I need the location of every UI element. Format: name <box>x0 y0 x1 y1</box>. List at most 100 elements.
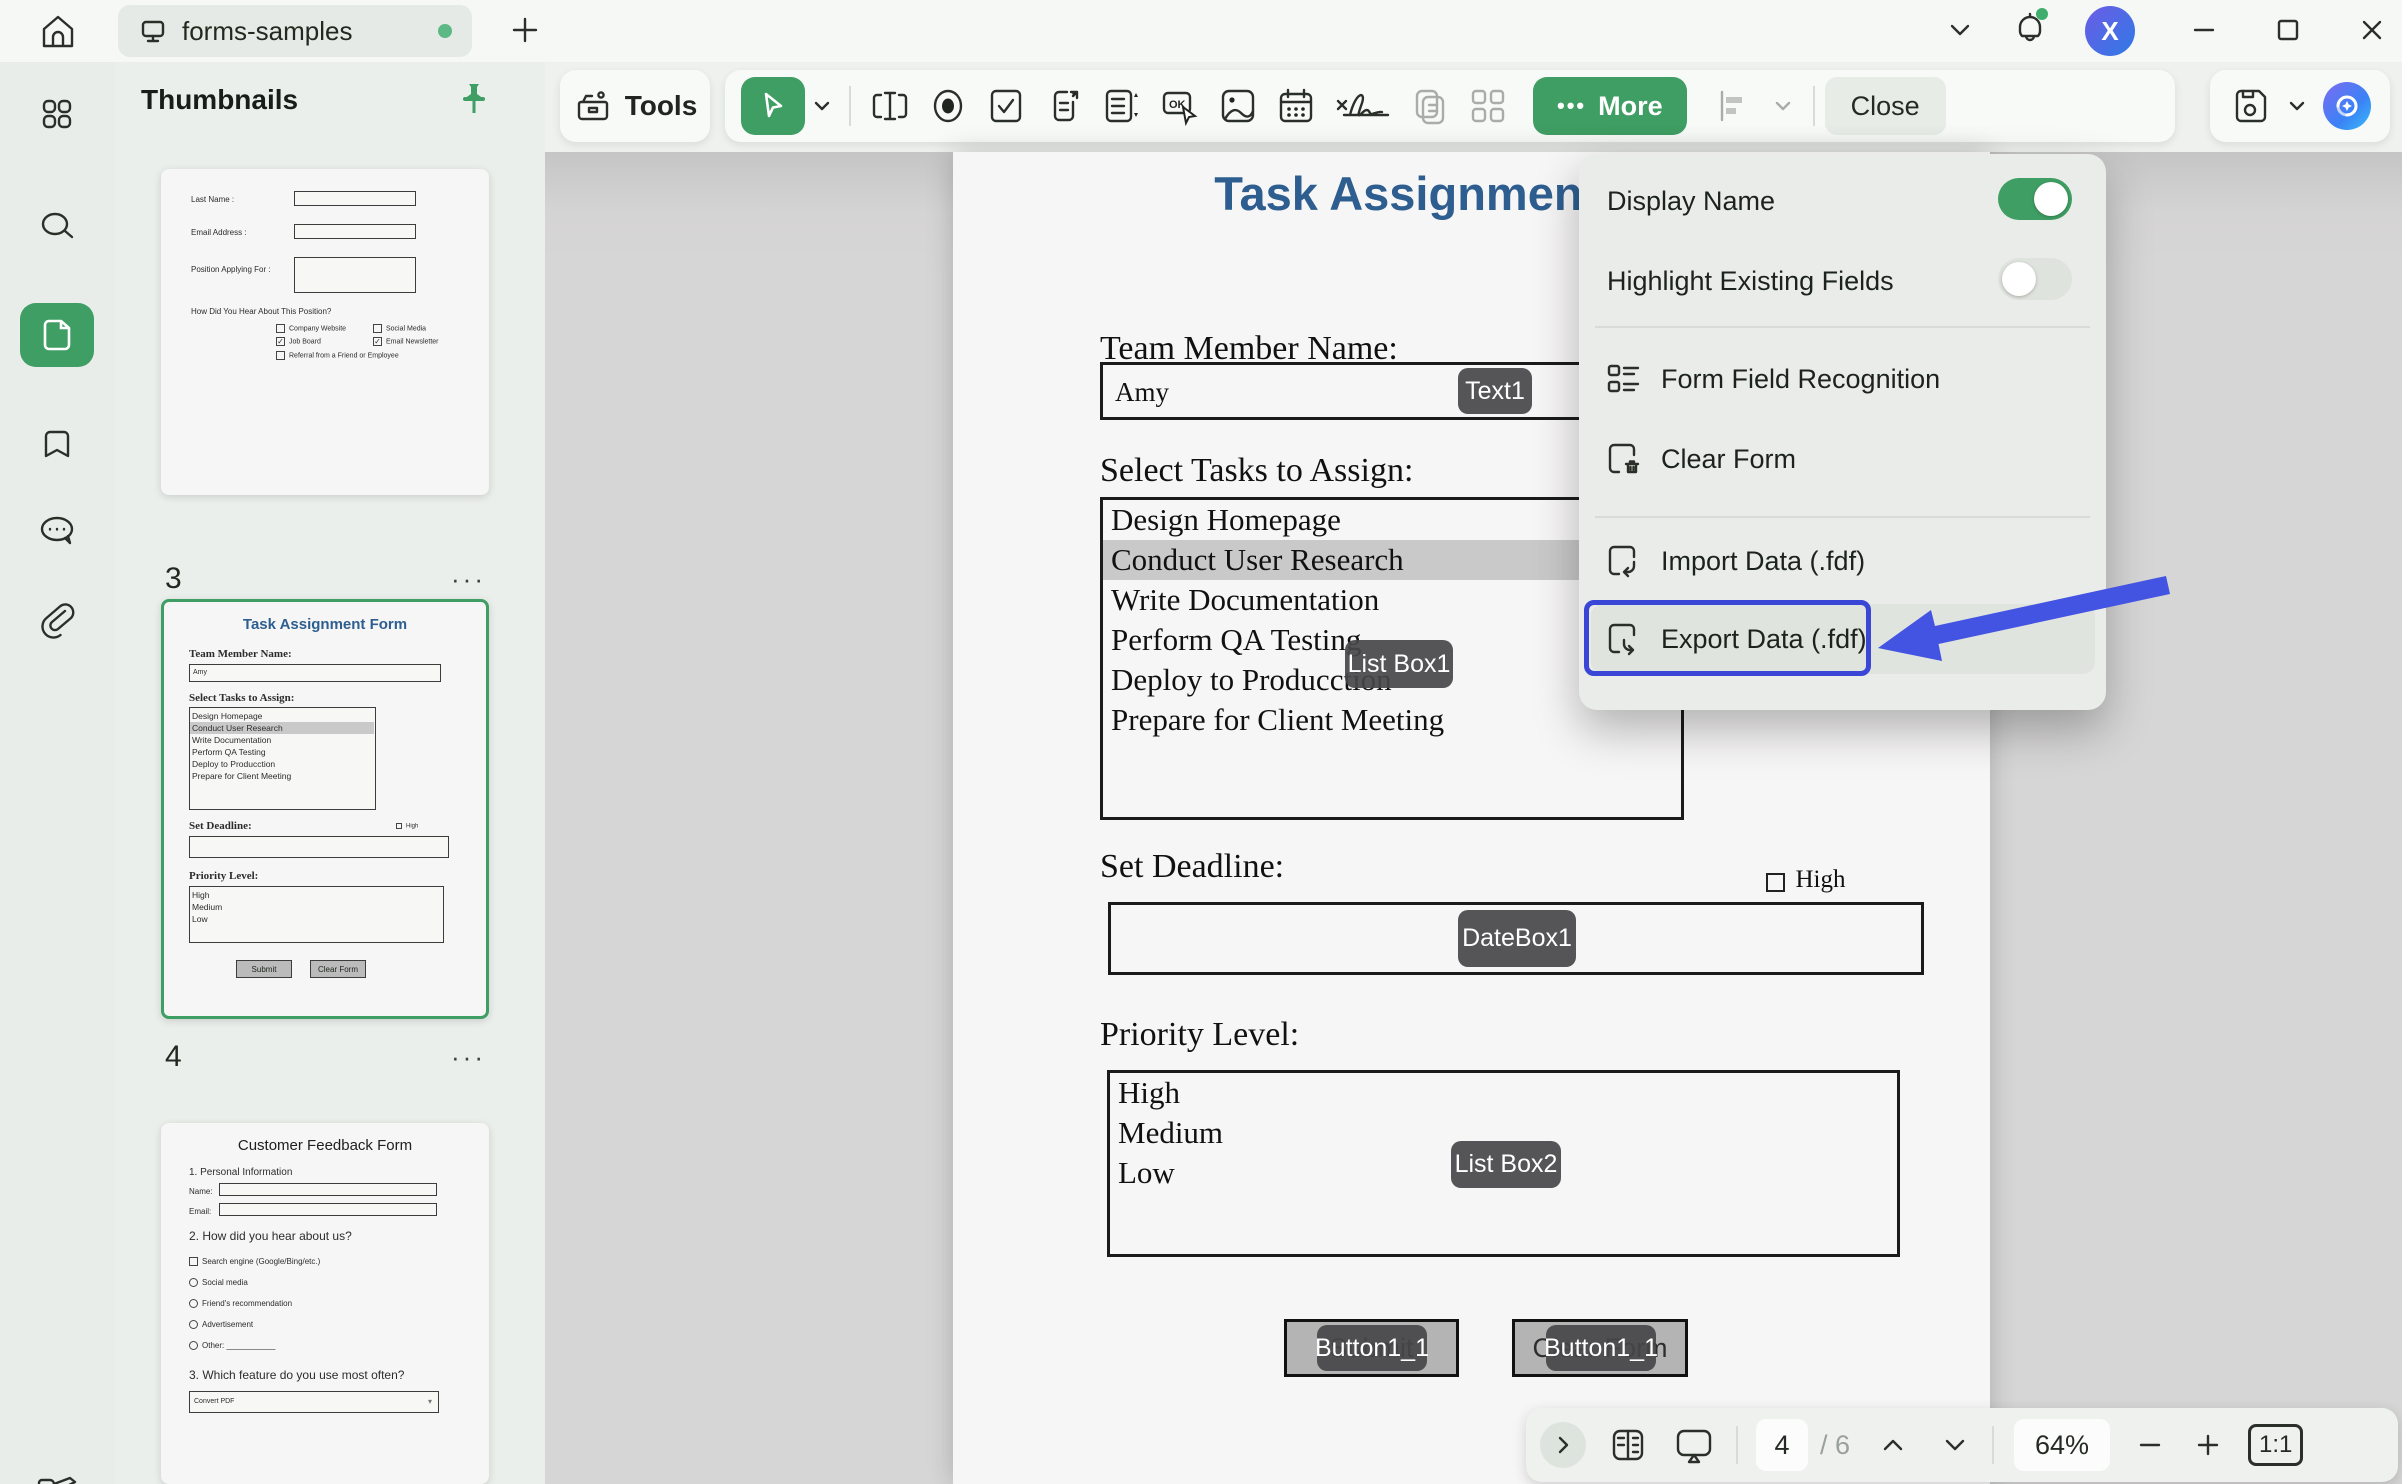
sidebar-attachments-icon[interactable] <box>20 589 94 653</box>
import-data-icon <box>1603 540 1645 582</box>
mini-label: 2. How did you hear about us? <box>189 1229 352 1243</box>
close-window-button[interactable] <box>2350 8 2394 52</box>
select-tool-chevron-icon[interactable] <box>805 94 839 118</box>
mini-label: Name: <box>189 1187 213 1196</box>
clear-form-item[interactable]: Clear Form <box>1603 436 2083 484</box>
import-data-item[interactable]: Import Data (.fdf) <box>1603 538 2083 586</box>
mini-label: 1. Personal Information <box>189 1167 292 1178</box>
page-menu-icon[interactable]: ··· <box>451 1042 486 1073</box>
maximize-button[interactable] <box>2266 8 2310 52</box>
current-page: 4 <box>1774 1430 1789 1461</box>
combo-box-tool-icon[interactable] <box>1035 77 1093 135</box>
page-total: / 6 <box>1820 1430 1850 1461</box>
two-page-view-icon[interactable] <box>1608 1425 1648 1465</box>
toolbar: Tools <box>545 62 2402 152</box>
set-deadline-label: Set Deadline: <box>1100 848 1284 886</box>
presentation-mode-icon[interactable] <box>1672 1425 1716 1465</box>
mini-label: Team Member Name: <box>189 648 292 660</box>
divider <box>1736 1426 1738 1464</box>
form-field-recognition-icon <box>1603 358 1645 400</box>
mini-option-row: Advertisement <box>189 1320 253 1329</box>
more-dropdown-menu: Display Name Highlight Existing Fields F… <box>1579 154 2106 710</box>
import-data-label: Import Data (.fdf) <box>1661 546 1865 577</box>
text-field-tool-icon[interactable] <box>861 77 919 135</box>
more-button[interactable]: ••• More <box>1533 77 1687 135</box>
new-tab-button[interactable] <box>503 8 547 52</box>
more-label: More <box>1598 91 1663 122</box>
unsaved-dot <box>438 24 452 38</box>
ai-assistant-icon[interactable] <box>2323 82 2371 130</box>
close-form-mode-button[interactable]: Close <box>1825 77 1946 135</box>
sidebar-search-icon[interactable] <box>20 195 94 259</box>
mini-input <box>294 191 416 206</box>
image-field-tool-icon[interactable] <box>1209 77 1267 135</box>
display-name-toggle-on[interactable] <box>1998 178 2072 220</box>
radio-button-tool-icon[interactable] <box>919 77 977 135</box>
divider <box>1813 86 1815 126</box>
mini-option-row: Friend's recommendation <box>189 1299 292 1308</box>
text1-field-badge: Text1 <box>1458 368 1532 414</box>
document-tab[interactable]: forms-samples <box>118 5 472 57</box>
zoom-out-icon[interactable] <box>2134 1429 2166 1461</box>
page-number-input[interactable]: 4 <box>1756 1419 1808 1471</box>
date-field-tool-icon[interactable] <box>1267 77 1325 135</box>
previous-page-icon[interactable] <box>1876 1428 1910 1462</box>
home-icon[interactable] <box>36 10 80 54</box>
sidebar-apps-grid-icon[interactable] <box>20 82 94 146</box>
mini-title: Customer Feedback Form <box>161 1137 489 1154</box>
zoom-level[interactable]: 64% <box>2014 1419 2110 1471</box>
list-box-tool-icon[interactable] <box>1093 77 1151 135</box>
page-number: 4 <box>165 1040 182 1074</box>
save-chevron-icon[interactable] <box>2285 94 2309 118</box>
sidebar-thumbnails-icon[interactable] <box>20 303 94 367</box>
mini-input <box>189 836 449 858</box>
mini-option-row: Social media <box>189 1278 248 1287</box>
push-button-tool-icon[interactable]: OK <box>1151 77 1209 135</box>
checkbox-tool-icon[interactable] <box>977 77 1035 135</box>
mini-high-checkbox: High <box>396 823 418 830</box>
save-group <box>2210 70 2390 142</box>
sidebar-comments-icon[interactable] <box>20 499 94 563</box>
divider <box>849 86 851 126</box>
save-icon[interactable] <box>2229 85 2271 127</box>
export-data-item[interactable]: Export Data (.fdf) <box>1603 616 2083 664</box>
priority-option[interactable]: High <box>1110 1073 1897 1113</box>
thumbnail-page-3[interactable]: Last Name : Email Address : Position App… <box>161 169 489 495</box>
zoom-percent: 64% <box>2035 1430 2089 1461</box>
mini-check-row: Social Media <box>373 324 426 333</box>
thumbnail-page-5[interactable]: Customer Feedback Form 1. Personal Infor… <box>161 1123 489 1484</box>
select-tool-button[interactable] <box>741 77 805 135</box>
next-page-icon[interactable] <box>1938 1428 1972 1462</box>
clear-form-icon <box>1603 438 1645 480</box>
zoom-in-icon[interactable] <box>2192 1429 2224 1461</box>
mini-listbox: High Medium Low <box>189 886 444 943</box>
high-checkbox[interactable]: High <box>1766 866 1845 894</box>
collapse-toolbar-icon[interactable] <box>1938 8 1982 52</box>
mini-label: Last Name : <box>191 195 234 204</box>
actual-size-button[interactable]: 1:1 <box>2248 1424 2303 1466</box>
mini-submit-button: Submit <box>236 960 292 978</box>
form-field-recognition-item[interactable]: Form Field Recognition <box>1603 356 2083 404</box>
pin-icon[interactable] <box>455 80 493 120</box>
signature-tool-icon[interactable] <box>1325 77 1401 135</box>
mini-check-row: ✓Job Board <box>276 337 321 346</box>
thumbnails-title: Thumbnails <box>141 84 298 116</box>
highlight-fields-toggle-off[interactable] <box>1998 258 2072 300</box>
avatar[interactable]: X <box>2085 6 2135 56</box>
mini-input <box>294 257 416 293</box>
sidebar-read-mode-icon[interactable] <box>20 1457 94 1484</box>
mini-label: 3. Which feature do you use most often? <box>189 1368 404 1382</box>
tools-label: Tools <box>625 90 698 122</box>
page-menu-icon[interactable]: ··· <box>451 564 486 595</box>
datebox1-field-badge: DateBox1 <box>1458 910 1576 967</box>
tools-button[interactable]: Tools <box>560 70 710 142</box>
notifications-bell-icon[interactable] <box>2008 6 2052 50</box>
priority-label: Priority Level: <box>1100 1016 1299 1054</box>
page-number: 3 <box>165 562 182 596</box>
thumbnails-panel: Thumbnails Last Name : Email Address : P… <box>115 62 545 1484</box>
sidebar-bookmarks-icon[interactable] <box>20 412 94 476</box>
expand-statusbar-icon[interactable] <box>1540 1422 1586 1468</box>
thumbnail-page-4-selected[interactable]: Task Assignment Form Team Member Name: A… <box>161 599 489 1019</box>
clear-form-menu-label: Clear Form <box>1661 444 1796 475</box>
minimize-button[interactable] <box>2182 8 2226 52</box>
